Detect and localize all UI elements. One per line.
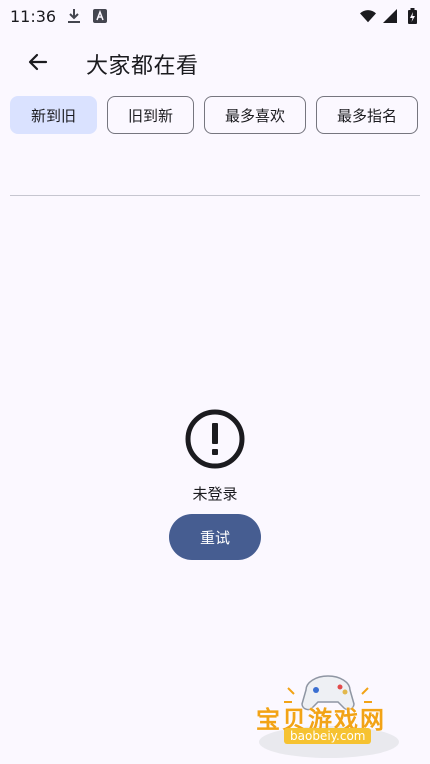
- a-badge-icon: [92, 8, 108, 24]
- wifi-icon: [360, 8, 376, 24]
- error-circle-icon: [184, 408, 246, 470]
- filter-chips: 新到旧 旧到新 最多喜欢 最多指名: [10, 96, 422, 134]
- page-title: 大家都在看: [86, 54, 199, 79]
- download-icon: [66, 8, 82, 24]
- status-time: 11:36: [10, 6, 57, 26]
- empty-state-message: 未登录: [192, 485, 238, 503]
- watermark-url: baobeiy.com: [284, 728, 372, 744]
- arrow-left-icon: [26, 50, 50, 78]
- divider: [10, 195, 420, 196]
- chip-new-to-old[interactable]: 新到旧: [10, 96, 98, 134]
- chip-old-to-new[interactable]: 旧到新: [107, 96, 195, 134]
- status-bar: 11:36: [0, 0, 430, 32]
- chip-most-nominated[interactable]: 最多指名: [316, 96, 419, 134]
- status-left: 11:36: [10, 7, 108, 26]
- back-button[interactable]: [14, 40, 62, 88]
- app-bar: 大家都在看: [0, 36, 430, 92]
- retry-button[interactable]: 重试: [169, 514, 261, 560]
- chip-most-liked[interactable]: 最多喜欢: [204, 96, 307, 134]
- battery-icon: [404, 8, 420, 24]
- status-right: [360, 8, 420, 24]
- watermark: 宝贝游戏网 baobeiy.com: [254, 672, 404, 758]
- signal-icon: [382, 8, 398, 24]
